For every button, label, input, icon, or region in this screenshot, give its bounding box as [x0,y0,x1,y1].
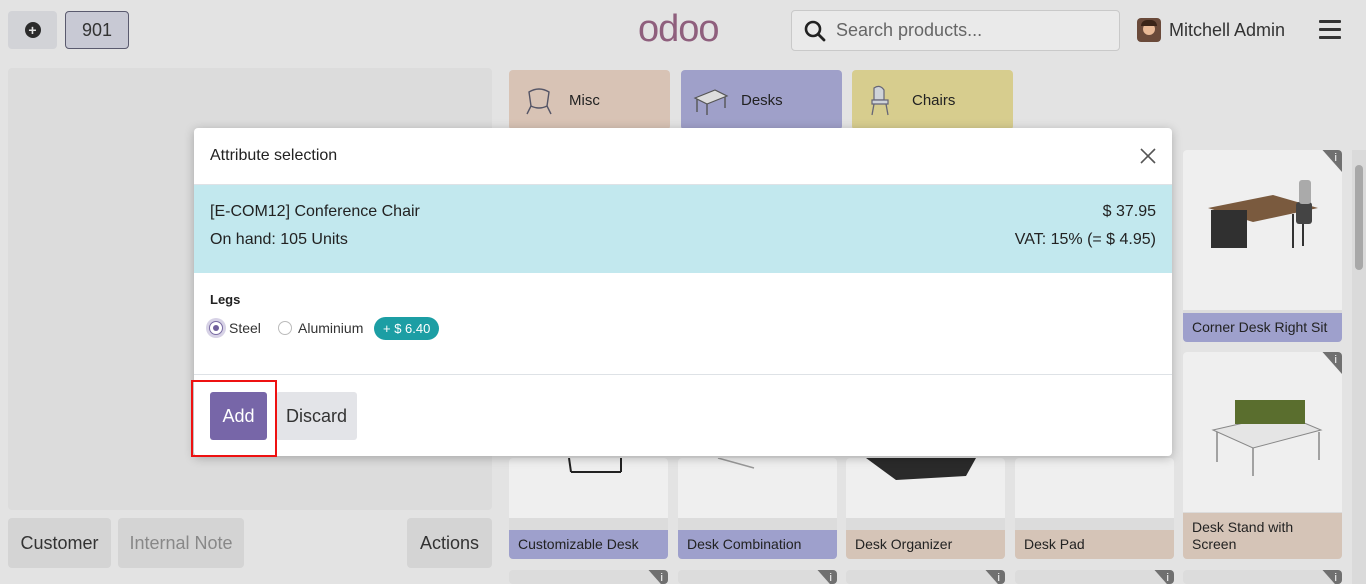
customer-button[interactable]: Customer [8,518,111,568]
discard-button[interactable]: Discard [276,392,357,440]
product-image [846,458,1005,518]
desk-icon [693,89,729,115]
highlight-box [191,380,277,457]
product-name: Desk Combination [678,530,837,559]
chair-icon [871,85,889,116]
category-label: Desks [741,91,783,109]
attribute-label: Legs [210,292,241,307]
product-image [1183,150,1342,310]
category-label: Misc [569,91,600,109]
info-icon[interactable]: i [1154,570,1174,584]
product-card[interactable]: i [1183,570,1342,584]
product-image [509,458,668,518]
product-card[interactable]: Desk Combination [678,458,837,559]
product-card[interactable]: Customizable Desk [509,458,668,559]
close-icon[interactable] [1139,147,1157,165]
top-bar: + 901 odoo Mitchell Admin [0,0,1366,62]
dialog-title: Attribute selection [210,147,338,164]
radio-button[interactable] [278,321,292,335]
product-card[interactable]: i [678,570,837,584]
plus-circle-icon: + [24,22,41,38]
radio-button[interactable] [209,321,223,335]
product-image [1015,458,1174,518]
info-icon[interactable]: i [817,570,837,584]
product-name: Desk Stand with Screen [1183,513,1342,559]
product-image [1183,352,1342,512]
product-image [678,458,837,518]
odoo-logo: odoo [638,8,720,50]
info-icon[interactable]: i [1322,570,1342,584]
attribute-selection-dialog: Attribute selection [E-COM12] Conference… [194,128,1172,456]
scrollbar-thumb[interactable] [1355,165,1363,270]
product-name: Desk Pad [1015,530,1174,559]
info-icon[interactable]: i [985,570,1005,584]
search-input[interactable] [836,20,1106,41]
product-title: [E-COM12] Conference Chair [210,203,420,220]
category-chairs[interactable]: Chairs [852,70,1013,130]
product-name: Desk Organizer [846,530,1005,559]
dialog-footer: Add Discard [194,374,1172,456]
extra-price-badge: + $ 6.40 [374,317,440,340]
option-steel[interactable]: Steel [209,320,261,336]
avatar [1137,18,1161,42]
product-name: Corner Desk Right Sit [1183,313,1342,342]
product-info: [E-COM12] Conference Chair On hand: 105 … [194,185,1172,273]
category-misc[interactable]: Misc [509,70,670,130]
order-tab[interactable]: 901 [65,11,129,49]
option-label: Aluminium [298,320,364,336]
product-card[interactable]: i [509,570,668,584]
dialog-header: Attribute selection [194,128,1172,185]
user-name: Mitchell Admin [1169,19,1286,40]
vat-amount: VAT: 15% (= $ 4.95) [1014,231,1156,248]
product-card[interactable]: Desk Organizer [846,458,1005,559]
new-order-button[interactable]: + [8,11,57,49]
category-desks[interactable]: Desks [681,70,842,130]
product-price: $ 37.95 [1102,203,1156,220]
product-card[interactable]: i Desk Stand with Screen [1183,352,1342,559]
internal-note-button[interactable]: Internal Note [118,518,244,568]
product-card[interactable]: i [846,570,1005,584]
user-menu[interactable]: Mitchell Admin [1137,18,1285,42]
info-icon[interactable]: i [648,570,668,584]
option-label: Steel [229,320,261,336]
misc-icon [526,88,552,115]
hamburger-menu-icon[interactable] [1319,20,1341,40]
product-card[interactable]: i Corner Desk Right Sit [1183,150,1342,342]
option-aluminium[interactable]: Aluminium [278,320,363,336]
product-name: Customizable Desk [509,530,668,559]
product-card[interactable]: Desk Pad [1015,458,1174,559]
search-bar[interactable] [791,10,1120,51]
stock-on-hand: On hand: 105 Units [210,231,348,248]
actions-button[interactable]: Actions [407,518,492,568]
product-card[interactable]: i [1015,570,1174,584]
search-icon [804,20,826,41]
category-label: Chairs [912,91,956,109]
